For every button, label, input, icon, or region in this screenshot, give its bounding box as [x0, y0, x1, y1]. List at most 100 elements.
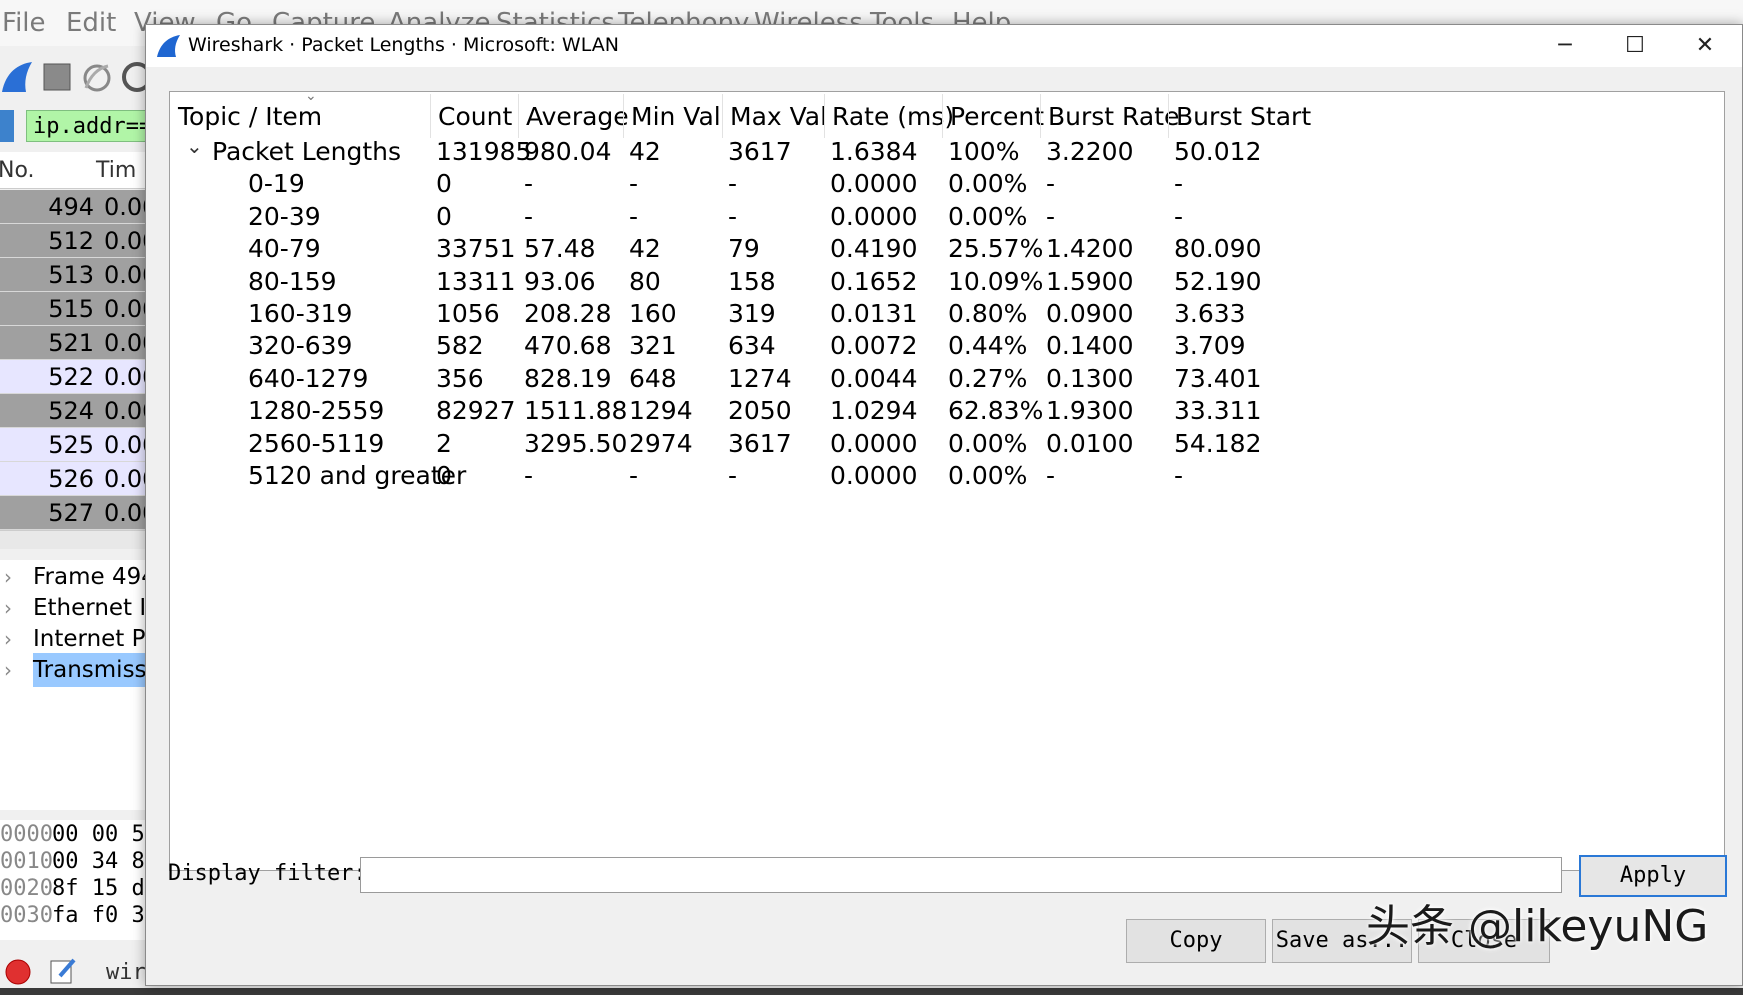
- packet-no: 515: [48, 295, 94, 323]
- cell-min-val: 42: [629, 137, 661, 166]
- cell-topic: 320-639: [248, 331, 353, 361]
- shark-fin-start-icon[interactable]: [0, 58, 38, 96]
- menu-file[interactable]: File: [2, 8, 46, 38]
- cell-percent: 0.80%: [948, 299, 1028, 328]
- chevron-right-icon[interactable]: ›: [4, 653, 12, 687]
- maximize-button[interactable]: ☐: [1600, 25, 1670, 67]
- packet-bytes-pane: 000000 00 5e001000 34 8400208f 15 de0030…: [0, 820, 146, 940]
- packet-row[interactable]: 512 0.00: [0, 224, 146, 258]
- restart-capture-icon[interactable]: [78, 58, 116, 96]
- tree-row[interactable]: 320-639 582 470.68 321 634 0.0072 0.44% 0.1400 3…: [170, 328, 1724, 364]
- bytes-offset: 0020: [0, 876, 53, 901]
- detail-item[interactable]: › Transmissio: [0, 653, 146, 687]
- bytes-offset: 0010: [0, 849, 53, 874]
- display-filter-input[interactable]: [360, 857, 1562, 893]
- packet-time: 0.00: [104, 431, 146, 459]
- packet-row[interactable]: 524 0.00: [0, 394, 146, 428]
- column-header-rate[interactable]: Rate (ms): [832, 102, 954, 131]
- close-window-button[interactable]: ✕: [1670, 25, 1740, 67]
- packet-time: 0.00: [104, 465, 146, 493]
- column-separator[interactable]: [722, 94, 723, 138]
- cell-rate: 0.0131: [830, 299, 918, 328]
- packet-time: 0.00: [104, 499, 146, 527]
- tree-row-parent[interactable]: ⌄ Packet Lengths 131985 980.04 42 3617 1.6384 1…: [170, 134, 1724, 170]
- packet-row[interactable]: 513 0.00: [0, 258, 146, 292]
- column-header-topic[interactable]: Topic / Item: [178, 102, 322, 131]
- chevron-right-icon[interactable]: ›: [4, 622, 12, 656]
- column-header-percent[interactable]: Percent: [950, 102, 1044, 131]
- column-header-min-val[interactable]: Min Val: [631, 102, 721, 131]
- tree-row[interactable]: 0-19 0- - -0.0000 0.00% - -: [170, 166, 1724, 202]
- bytes-row: 00208f 15 de: [0, 874, 146, 904]
- packet-row[interactable]: 526 0.00: [0, 462, 146, 496]
- packet-list-hscrollbar[interactable]: [0, 530, 146, 549]
- column-separator[interactable]: [1168, 94, 1169, 138]
- cell-count: 13311: [436, 266, 516, 296]
- column-separator[interactable]: [824, 94, 825, 138]
- cell-min-val: -: [629, 461, 639, 490]
- tree-row[interactable]: 5120 and greater 0- - -0.0000 0.00% - -: [170, 458, 1724, 494]
- packet-time: 0.00: [104, 193, 146, 221]
- tree-row[interactable]: 2560-5119 2 3295.50 2974 3617 0.0000 0.00% 0.01…: [170, 426, 1724, 462]
- filter-bookmark-icon[interactable]: [0, 110, 14, 142]
- chevron-right-icon[interactable]: ›: [4, 560, 12, 594]
- main-display-filter-input[interactable]: ip.addr==1: [26, 110, 156, 142]
- cell-count: 0: [436, 169, 452, 199]
- detail-item[interactable]: › Ethernet II,: [0, 591, 146, 625]
- tree-row[interactable]: 640-1279 356 828.19 648 1274 0.0044 0.27% 0.130…: [170, 361, 1724, 397]
- tree-row[interactable]: 1280-2559 82927 1511.88 1294 2050 1.0294 62.83…: [170, 393, 1724, 429]
- edit-comment-icon[interactable]: [48, 956, 78, 986]
- packet-row[interactable]: 515 0.00: [0, 292, 146, 326]
- column-separator[interactable]: [430, 94, 431, 138]
- minimize-button[interactable]: ─: [1530, 25, 1600, 67]
- packet-time: 0.00: [104, 261, 146, 289]
- packet-row[interactable]: 521 0.00: [0, 326, 146, 360]
- tree-row[interactable]: 80-159 13311 93.06 80 158 0.1652 10.09% 1.5900 5…: [170, 264, 1724, 300]
- tree-row[interactable]: 20-39 0- - -0.0000 0.00% - -: [170, 199, 1724, 235]
- bytes-row: 000000 00 5e: [0, 820, 146, 850]
- taskbar-strip: [0, 988, 1743, 995]
- bytes-hex: 00 34 84: [52, 849, 146, 874]
- cell-min-val: 42: [629, 234, 661, 264]
- chevron-right-icon[interactable]: ›: [4, 591, 12, 625]
- cell-topic: 2560-5119: [248, 428, 385, 458]
- column-header-burst-start[interactable]: Burst Start: [1176, 102, 1311, 131]
- column-header-max-val[interactable]: Max Val: [730, 102, 827, 131]
- packet-row[interactable]: 527 0.00: [0, 496, 146, 530]
- packet-time: 0.00: [104, 227, 146, 255]
- stats-tree[interactable]: ⌄ Topic / Item Count Average Min Val Max Val…: [169, 88, 1725, 871]
- packet-row[interactable]: 525 0.00: [0, 428, 146, 462]
- dialog-titlebar[interactable]: Wireshark · Packet Lengths · Microsoft: …: [146, 25, 1742, 67]
- cell-burst-start: 73.401: [1174, 363, 1262, 393]
- column-separator[interactable]: [1040, 94, 1041, 138]
- menu-edit[interactable]: Edit: [66, 8, 116, 38]
- cell-min-val: 80: [629, 266, 661, 296]
- cell-max-val: 634: [728, 331, 776, 361]
- cell-percent: 0.44%: [948, 331, 1028, 361]
- column-header-count[interactable]: Count: [438, 102, 512, 131]
- cell-percent: 62.83%: [948, 396, 1044, 426]
- column-no[interactable]: No.: [0, 158, 35, 183]
- column-separator[interactable]: [518, 94, 519, 138]
- column-separator[interactable]: [942, 94, 943, 138]
- capture-status-icon[interactable]: [4, 958, 32, 986]
- column-time[interactable]: Tim: [96, 158, 136, 183]
- packet-no: 512: [48, 227, 94, 255]
- column-separator[interactable]: [623, 94, 624, 138]
- packet-row[interactable]: 494 0.00: [0, 190, 146, 224]
- packet-row[interactable]: 522 0.00: [0, 360, 146, 394]
- detail-item[interactable]: › Frame 494:: [0, 560, 146, 594]
- column-header-average[interactable]: Average: [526, 102, 629, 131]
- tree-row[interactable]: 40-79 33751 57.48 42 79 0.4190 25.57% 1.4200 80.…: [170, 231, 1724, 267]
- cell-average: -: [524, 169, 534, 199]
- copy-button[interactable]: Copy: [1126, 919, 1266, 963]
- cell-average: 93.06: [524, 266, 596, 296]
- cell-burst-start: -: [1174, 169, 1184, 199]
- bytes-offset: 0000: [0, 822, 53, 847]
- column-header-burst-rate[interactable]: Burst Rate: [1048, 102, 1179, 131]
- tree-row[interactable]: 160-319 1056 208.28 160 319 0.0131 0.80% 0.0900…: [170, 296, 1724, 332]
- expand-chevron-icon[interactable]: ⌄: [186, 128, 203, 164]
- stop-capture-icon[interactable]: [38, 58, 76, 96]
- detail-item[interactable]: › Internet Pr: [0, 622, 146, 656]
- packet-no: 522: [48, 363, 94, 391]
